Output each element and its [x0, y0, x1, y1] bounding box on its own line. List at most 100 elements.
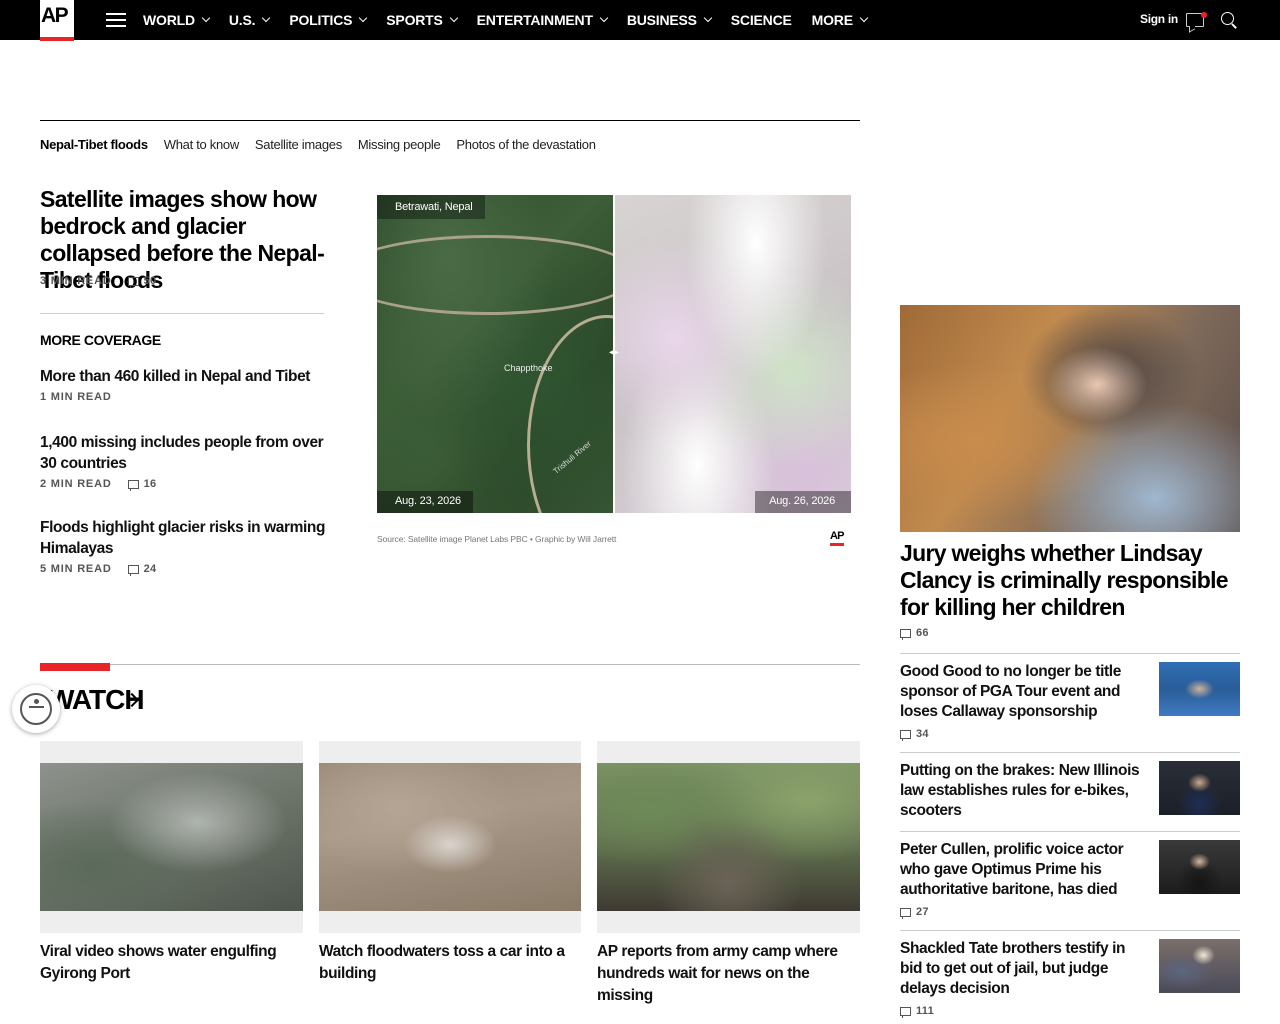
- slider-handle-icon[interactable]: ◂▸: [603, 347, 625, 359]
- date-before-label: Aug. 23, 2026: [377, 491, 473, 513]
- video-card[interactable]: Viral video shows water engulfing Gyiron…: [40, 741, 303, 985]
- location-label: Betrawati, Nepal: [377, 195, 485, 219]
- coverage-meta: 5 MIN READ 24: [40, 563, 340, 576]
- video-card[interactable]: Watch floodwaters toss a car into a buil…: [319, 741, 581, 985]
- comment-icon: [127, 564, 139, 576]
- read-time: 2 MIN READ: [40, 478, 112, 490]
- topic-item-missing-people[interactable]: Missing people: [358, 137, 441, 152]
- rail-story: Putting on the brakes: New Illinois law …: [900, 752, 1240, 831]
- satellite-image-before: [377, 195, 687, 513]
- search-icon[interactable]: [1221, 12, 1237, 28]
- comment-icon: [900, 729, 911, 741]
- coverage-headline[interactable]: Floods highlight glacier risks in warmin…: [40, 517, 340, 559]
- coverage-meta: 2 MIN READ 16: [40, 478, 340, 491]
- nav-item-us[interactable]: U.S.: [229, 12, 271, 28]
- rail-story-meta: 111: [900, 1005, 934, 1018]
- coverage-item: More than 460 killed in Nepal and Tibet …: [40, 366, 340, 403]
- nav-item-sports[interactable]: SPORTS: [386, 12, 458, 28]
- read-time: 1 MIN READ: [40, 391, 112, 403]
- rail-story: Peter Cullen, prolific voice actor who g…: [900, 831, 1240, 930]
- comment-icon: [127, 276, 139, 288]
- coverage-item: Floods highlight glacier risks in warmin…: [40, 517, 340, 576]
- rail-story-meta: 27: [900, 906, 929, 919]
- chevron-down-icon: [201, 13, 211, 23]
- comment-count[interactable]: 24: [127, 563, 157, 576]
- video-thumbnail[interactable]: [319, 741, 581, 933]
- rail-story-meta: 34: [900, 728, 929, 741]
- divider: [40, 664, 860, 665]
- nav-item-world[interactable]: WORLD: [143, 12, 211, 28]
- chevron-down-icon: [703, 13, 713, 23]
- rail-story-thumbnail[interactable]: [1159, 840, 1240, 894]
- rail-story-headline[interactable]: Putting on the brakes: New Illinois law …: [900, 761, 1150, 821]
- rail-lead-meta: 66: [900, 627, 929, 640]
- coverage-meta: 1 MIN READ: [40, 391, 340, 403]
- section-accent-bar: [40, 663, 110, 671]
- comment-count[interactable]: 66: [900, 627, 929, 640]
- place-label: Chappthoke: [504, 363, 553, 373]
- rail-story-thumbnail[interactable]: [1159, 662, 1240, 716]
- topic-item-satellite-images[interactable]: Satellite images: [255, 137, 342, 152]
- chevron-down-icon: [262, 13, 271, 23]
- section-menu: WORLD U.S. POLITICS SPORTS ENTERTAINMENT…: [143, 0, 887, 40]
- coverage-headline[interactable]: 1,400 missing includes people from over …: [40, 432, 340, 474]
- accessibility-icon[interactable]: [12, 685, 60, 733]
- read-time: 5 MIN READ: [40, 563, 112, 575]
- comment-count[interactable]: 34: [900, 728, 929, 741]
- chevron-down-icon: [859, 13, 869, 23]
- comment-icon: [127, 479, 139, 491]
- rail-story-headline[interactable]: Good Good to no longer be title sponsor …: [900, 662, 1150, 722]
- river-trace: [377, 235, 637, 315]
- ap-logo[interactable]: AP: [40, 0, 74, 41]
- date-after-label: Aug. 26, 2026: [755, 491, 851, 513]
- more-coverage-heading: MORE COVERAGE: [40, 332, 161, 348]
- comment-icon: [900, 628, 911, 640]
- comment-icon: [900, 1006, 911, 1018]
- comment-count[interactable]: 27: [900, 906, 929, 919]
- graphic-source: Source: Satellite image Planet Labs PBC …: [377, 534, 617, 544]
- nav-item-science[interactable]: SCIENCE: [731, 12, 792, 28]
- nav-item-more[interactable]: MORE: [812, 12, 869, 28]
- sign-in-link[interactable]: Sign in: [1140, 12, 1178, 26]
- rail-story: Good Good to no longer be title sponsor …: [900, 653, 1240, 752]
- coverage-headline[interactable]: More than 460 killed in Nepal and Tibet: [40, 366, 340, 387]
- video-thumbnail[interactable]: [597, 741, 860, 933]
- comment-icon: [900, 907, 911, 919]
- video-thumbnail[interactable]: [40, 741, 303, 933]
- lead-meta: 3 MIN READ 50: [40, 275, 157, 288]
- nav-item-politics[interactable]: POLITICS: [289, 12, 368, 28]
- rail-story-thumbnail[interactable]: [1159, 939, 1240, 993]
- top-navigation-bar: AP WORLD U.S. POLITICS SPORTS ENTERTAINM…: [0, 0, 1280, 41]
- video-title[interactable]: Viral video shows water engulfing Gyiron…: [40, 941, 303, 985]
- video-card[interactable]: AP reports from army camp where hundreds…: [597, 741, 860, 1007]
- chevron-down-icon: [359, 13, 368, 23]
- nav-item-entertainment[interactable]: ENTERTAINMENT: [477, 12, 609, 28]
- comment-count[interactable]: 50: [127, 275, 157, 288]
- rail-story: Shackled Tate brothers testify in bid to…: [900, 930, 1240, 1024]
- chevron-down-icon: [449, 13, 458, 23]
- comment-count[interactable]: 111: [900, 1005, 934, 1018]
- divider: [40, 313, 324, 314]
- satellite-image-after: [615, 195, 851, 513]
- satellite-comparison-graphic[interactable]: ◂▸ Betrawati, Nepal Chappthoke Trishuli …: [377, 195, 851, 513]
- rail-lead-headline[interactable]: Jury weighs whether Lindsay Clancy is cr…: [900, 540, 1245, 621]
- topic-item-photos[interactable]: Photos of the devastation: [456, 137, 596, 152]
- chevron-down-icon: [599, 13, 609, 23]
- notification-dot: [1201, 12, 1207, 18]
- rail-lead-image[interactable]: [900, 305, 1240, 532]
- ap-credit-logo: AP: [830, 530, 844, 546]
- menu-icon[interactable]: [106, 13, 126, 27]
- topic-item-what-to-know[interactable]: What to know: [164, 137, 239, 152]
- rail-story-thumbnail[interactable]: [1159, 761, 1240, 815]
- nav-item-business[interactable]: BUSINESS: [627, 12, 713, 28]
- video-title[interactable]: AP reports from army camp where hundreds…: [597, 941, 860, 1007]
- divider: [40, 120, 860, 121]
- topic-item-nepal-tibet-floods[interactable]: Nepal-Tibet floods: [40, 137, 148, 152]
- video-title[interactable]: Watch floodwaters toss a car into a buil…: [319, 941, 581, 985]
- comment-count[interactable]: 16: [127, 478, 157, 491]
- read-time: 3 MIN READ: [40, 275, 112, 287]
- rail-story-headline[interactable]: Peter Cullen, prolific voice actor who g…: [900, 840, 1150, 900]
- coverage-item: 1,400 missing includes people from over …: [40, 432, 340, 491]
- rail-story-headline[interactable]: Shackled Tate brothers testify in bid to…: [900, 939, 1150, 999]
- topic-navigation: Nepal-Tibet floods What to know Satellit…: [40, 137, 612, 152]
